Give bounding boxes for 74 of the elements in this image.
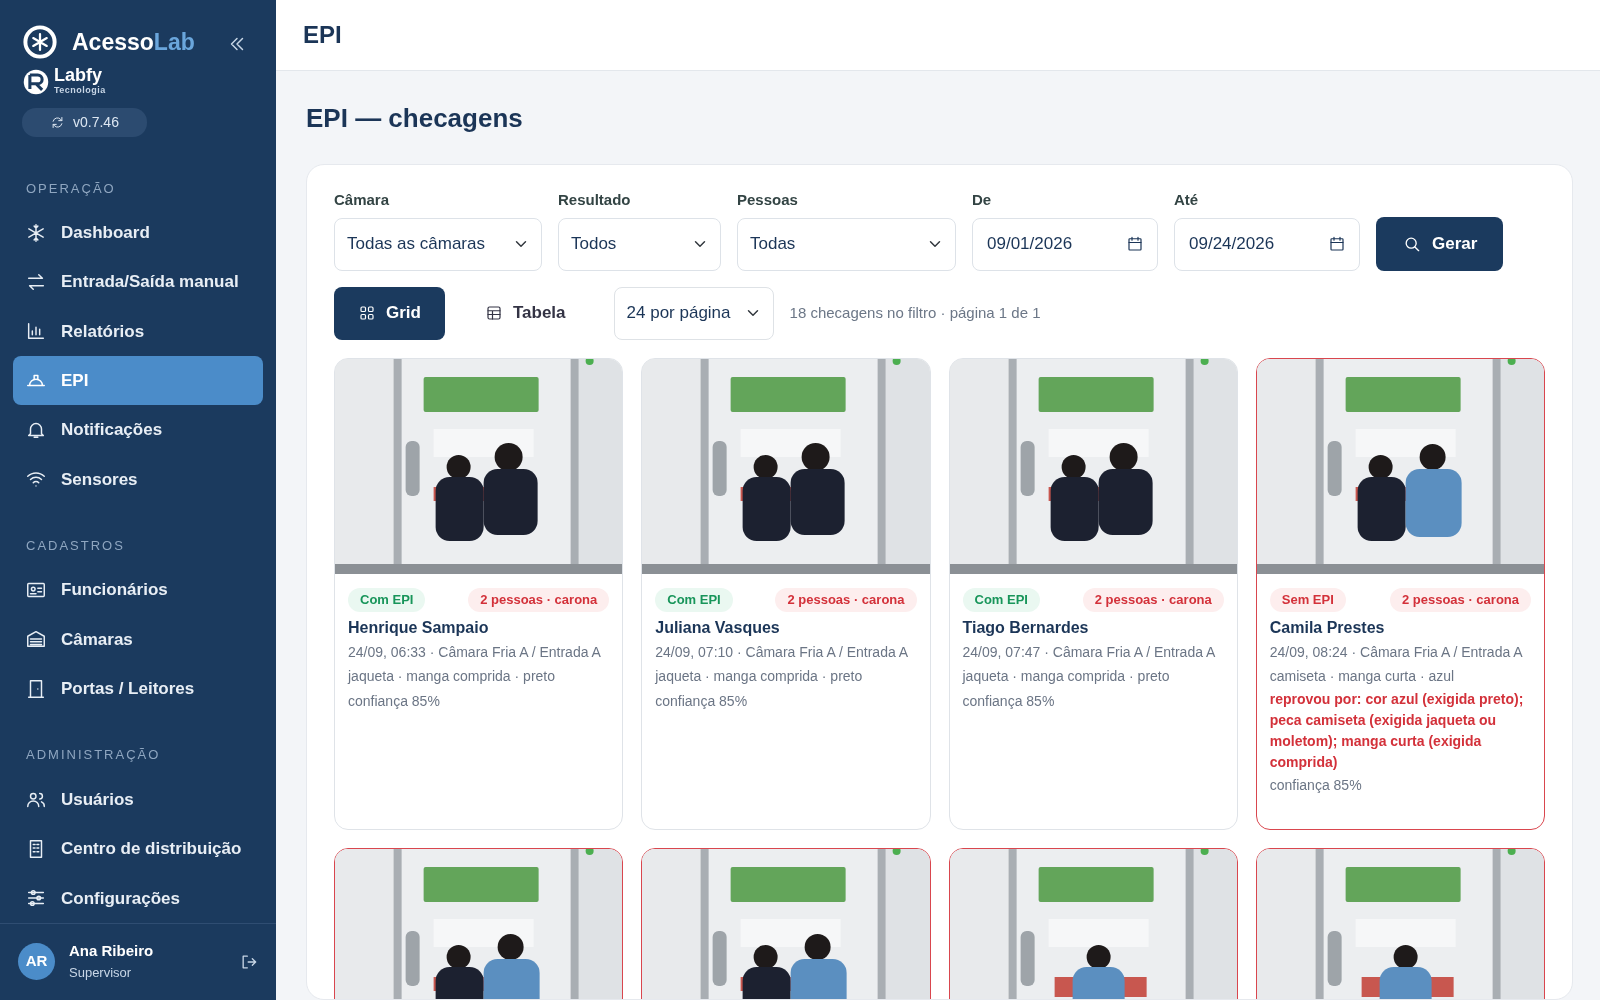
version-badge: v0.7.46 (22, 107, 147, 137)
result-badge: Sem EPI (1269, 587, 1346, 612)
section-title: CADASTROS (25, 536, 126, 555)
people-badge: 2 pessoas · carona (468, 587, 610, 612)
filter-select[interactable]: Todas as câmaras (334, 217, 542, 271)
people-badge: 2 pessoas · carona (1082, 587, 1224, 612)
generate-button[interactable]: Gerar (1376, 216, 1504, 271)
result-badge: Com EPI (655, 587, 733, 612)
filter-select[interactable]: Todas (737, 217, 956, 271)
result-badge: Com EPI (348, 587, 426, 612)
view-tab[interactable]: Grid (334, 286, 445, 340)
partner-name: Labfy (54, 66, 103, 84)
page-header-title: EPI (303, 20, 342, 50)
check-details: 24/09, 08:24 · Câmara Fria A / Entrada A (1269, 642, 1524, 662)
result-badge: Com EPI (962, 587, 1040, 612)
confidence-text: confiança 85% (962, 691, 1056, 711)
check-details: 24/09, 06:33 · Câmara Fria A / Entrada A (348, 642, 602, 662)
nav-item[interactable]: Entrada/Saída manual (13, 257, 263, 307)
check-details: 24/09, 07:47 · Câmara Fria A / Entrada A (962, 642, 1217, 662)
partner-tagline: Tecnologia (54, 85, 106, 97)
table-icon (484, 304, 503, 322)
clothing-details: camiseta · manga curta · azul (1269, 667, 1456, 687)
arrows-icon (25, 271, 47, 293)
sync-icon (50, 114, 65, 130)
nav-item[interactable]: Relatórios (13, 306, 263, 356)
nav-item[interactable]: Câmaras (13, 614, 263, 665)
filter-label: Até (1174, 190, 1200, 210)
nav-item[interactable]: Notificações (13, 405, 263, 455)
calendar-icon (1126, 234, 1144, 253)
nav-item[interactable]: Centro de distribuição (13, 824, 263, 874)
clothing-details: jaqueta · manga comprida · preto (962, 667, 1171, 687)
date-field[interactable]: 09/24/2026 (1174, 217, 1360, 271)
user-role: Supervisor (69, 963, 133, 982)
filter-label: Resultado (558, 190, 632, 210)
person-name: Juliana Vasques (655, 617, 781, 638)
filter-label: De (972, 190, 993, 210)
door-icon (25, 677, 47, 700)
nav-item[interactable]: Dashboard (13, 208, 263, 258)
nav-item[interactable]: Funcionários (13, 565, 263, 615)
people-badge: 2 pessoas · carona (1389, 587, 1531, 612)
user-avatar: AR (18, 942, 55, 980)
confidence-text: confiança 85% (1269, 775, 1363, 795)
check-details: 24/09, 07:10 · Câmara Fria A / Entrada A (655, 642, 910, 662)
nav-item[interactable]: Sensores (13, 454, 263, 504)
nav-item[interactable]: EPI (13, 356, 263, 406)
page-title: EPI — checagens (306, 102, 524, 135)
page-size-select[interactable]: 24 por página (613, 286, 774, 340)
nav-item[interactable]: Portas / Leitores (13, 664, 263, 714)
person-name: Camila Prestes (1269, 617, 1386, 638)
nav-item[interactable]: Configurações (13, 873, 263, 923)
calendar-icon (1328, 234, 1346, 253)
nav-item[interactable]: Usuários (13, 774, 263, 825)
failure-reason: reprovou por: cor azul (exigida preto); peca camiseta (exigida jaqueta ou moletom); manga curta (exigida comprida) (1269, 689, 1525, 772)
snowflake-logo-icon (22, 24, 58, 60)
user-name: Ana Ribeiro (69, 941, 154, 961)
filter-select[interactable]: Todos (558, 217, 721, 271)
partner-logo-icon (22, 67, 50, 96)
section-title: ADMINISTRAÇÃO (25, 746, 162, 765)
filter-label: Pessoas (737, 190, 799, 210)
confidence-text: confiança 85% (655, 691, 749, 711)
people-badge: 2 pessoas · carona (775, 587, 917, 612)
clothing-details: jaqueta · manga comprida · preto (348, 667, 556, 687)
date-field[interactable]: 09/01/2026 (972, 217, 1158, 271)
filter-label: Câmara (334, 190, 391, 210)
person-name: Henrique Sampaio (348, 617, 490, 638)
snowflake-icon (25, 221, 47, 244)
confidence-text: confiança 85% (348, 691, 441, 711)
clothing-details: jaqueta · manga comprida · preto (655, 667, 864, 687)
results-summary: 18 checagens no filtro · página 1 de 1 (789, 302, 1041, 323)
grid-icon (358, 304, 376, 322)
person-name: Tiago Bernardes (962, 617, 1090, 638)
brand-name: AcessoLab (72, 27, 195, 57)
section-title: OPERAÇÃO (25, 179, 117, 198)
view-tab[interactable]: Tabela (460, 286, 590, 340)
